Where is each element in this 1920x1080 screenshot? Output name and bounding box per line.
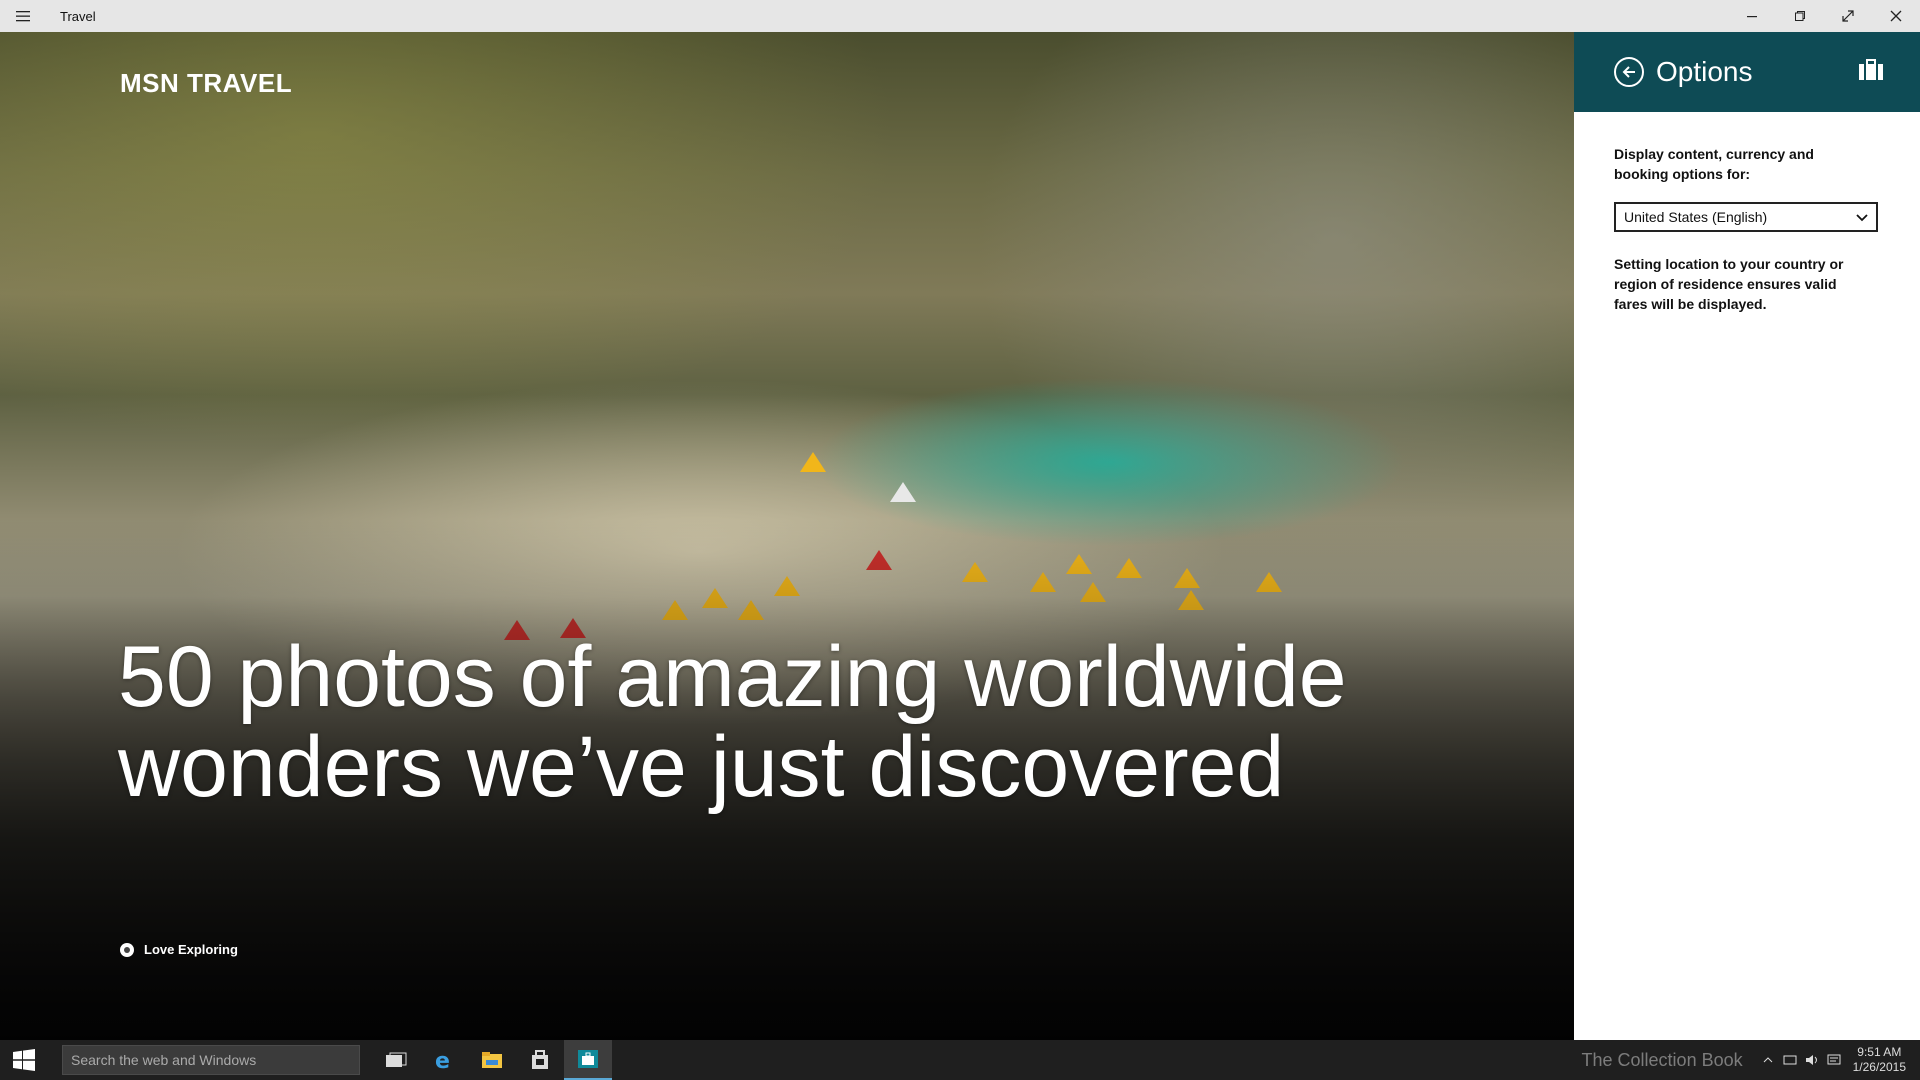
hero-image[interactable]: MSN TRAVEL 50 photos of amazing worldwid… bbox=[0, 32, 1574, 1040]
chevron-up-icon[interactable] bbox=[1757, 1040, 1779, 1080]
travel-app-icon[interactable] bbox=[564, 1040, 612, 1080]
store-icon[interactable] bbox=[516, 1040, 564, 1080]
suitcase-icon[interactable] bbox=[1858, 58, 1884, 86]
location-label: Display content, currency and booking op… bbox=[1614, 146, 1814, 182]
start-button[interactable] bbox=[0, 1040, 48, 1080]
location-select[interactable]: United States (English) bbox=[1614, 202, 1878, 232]
title-bar: Travel bbox=[0, 0, 1920, 32]
window-title: Travel bbox=[60, 8, 96, 24]
location-note: Setting location to your country or regi… bbox=[1614, 256, 1844, 312]
back-arrow-icon[interactable] bbox=[1614, 57, 1644, 87]
options-header: Options bbox=[1574, 32, 1920, 112]
rock-slope bbox=[974, 32, 1574, 552]
internet-explorer-icon[interactable]: e bbox=[420, 1040, 468, 1080]
source-logo-icon bbox=[120, 942, 134, 957]
close-button[interactable] bbox=[1872, 0, 1920, 32]
restore-button[interactable] bbox=[1776, 0, 1824, 32]
chevron-down-icon bbox=[1856, 209, 1868, 225]
hamburger-menu-icon[interactable] bbox=[0, 0, 46, 32]
clock-date: 1/26/2015 bbox=[1852, 1060, 1906, 1074]
tent bbox=[890, 482, 916, 502]
clock[interactable]: 9:51 AM 1/26/2015 bbox=[1853, 1045, 1906, 1075]
source-name: Love Exploring bbox=[144, 942, 238, 957]
volume-icon[interactable] bbox=[1801, 1040, 1823, 1080]
watermark: The Collection Book bbox=[1581, 1049, 1743, 1070]
brand-logo[interactable]: MSN TRAVEL bbox=[120, 68, 292, 99]
minimize-button[interactable] bbox=[1728, 0, 1776, 32]
file-explorer-icon[interactable] bbox=[468, 1040, 516, 1080]
tent bbox=[800, 452, 826, 472]
task-view-icon[interactable] bbox=[372, 1040, 420, 1080]
location-select-value: United States (English) bbox=[1624, 209, 1768, 225]
options-pane: Options Display content, currency and bo… bbox=[1574, 32, 1920, 1040]
taskbar: Search the web and Windows e The Collect… bbox=[0, 1040, 1920, 1080]
network-icon[interactable] bbox=[1779, 1040, 1801, 1080]
options-title: Options bbox=[1656, 56, 1753, 87]
clock-time: 9:51 AM bbox=[1857, 1045, 1902, 1059]
notifications-icon[interactable] bbox=[1823, 1040, 1845, 1080]
search-input[interactable]: Search the web and Windows bbox=[62, 1045, 360, 1075]
fullscreen-button[interactable] bbox=[1824, 0, 1872, 32]
article-source[interactable]: Love Exploring bbox=[120, 942, 238, 957]
svg-text:e: e bbox=[435, 1049, 450, 1072]
article-headline[interactable]: 50 photos of amazing worldwide wonders w… bbox=[118, 632, 1418, 812]
